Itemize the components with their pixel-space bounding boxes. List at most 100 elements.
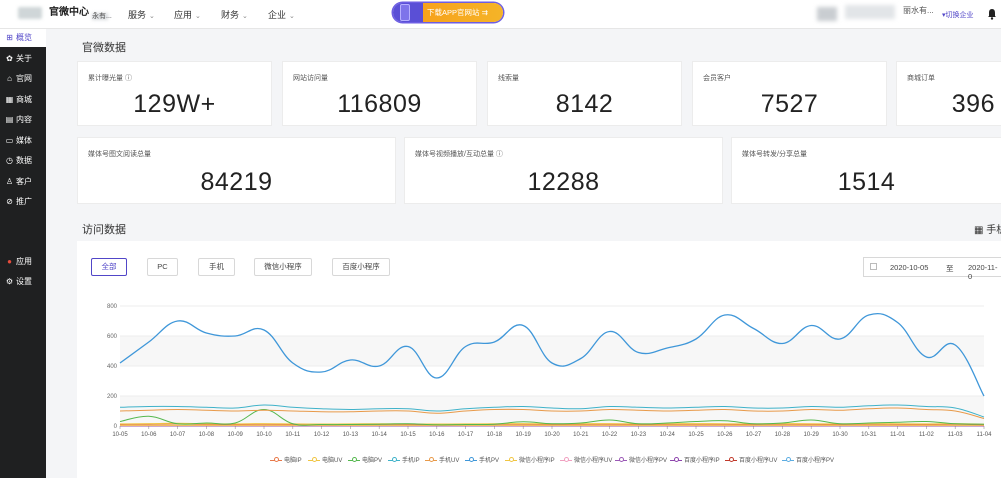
legend-swatch [348,457,360,463]
x-tick-label: 10-16 [429,432,445,438]
legend-label: 微信小程序IP [519,458,555,464]
x-tick-label: 10-14 [372,432,388,438]
x-tick-label: 10-19 [516,432,532,438]
chevron-down-icon: ⌄ [149,13,155,20]
legend-item[interactable]: 手机PV [465,455,499,464]
apps-icon: ● [7,257,12,266]
brand-title: 官微中心 [49,7,89,18]
stat-card-members: 会员客户 7527 [692,61,887,126]
legend-label: 电脑UV [322,458,343,464]
legend-label: 手机PV [479,458,500,464]
sidebar-item-shop[interactable]: ▦ 商城 [0,91,46,109]
legend-item[interactable]: 百度小程序IP [670,455,720,464]
x-tick-label: 10-08 [199,432,215,438]
home-icon: ⌂ [7,74,12,83]
stats-title: 官微数据 [82,42,126,54]
content-icon: ▤ [5,115,14,124]
legend-swatch [725,457,737,463]
visits-title: 访问数据 [82,224,126,236]
bell-icon[interactable] [987,8,997,20]
legend-item[interactable]: 电脑UV [308,455,342,464]
x-tick-label: 10-05 [112,432,128,438]
avatar[interactable] [817,7,837,21]
sidebar-item-about[interactable]: ✿ 关于 [0,50,46,68]
nav-enterprise[interactable]: 企业 ⌄ [268,8,295,21]
legend-label: 微信小程序UV [574,458,613,464]
sidebar-item-overview[interactable]: ⊞ 概览 [0,29,46,47]
x-tick-label: 10-12 [314,432,330,438]
media-icon: ▭ [5,136,14,145]
chart-legend: 电脑IP 电脑UV 电脑PV 手机IP 手机UV 手机PV 微信小程序IP 微信小程序UV 微信… [270,455,910,465]
stat-card-video-plays: 媒体号视频播放/互动总量 ⓘ 12288 [404,137,723,204]
switch-enterprise-button[interactable]: ▾切换企业 [942,10,974,20]
sidebar-item-media[interactable]: ▭ 媒体 [0,132,46,150]
nav-finance[interactable]: 财务 ⌄ [221,8,248,21]
legend-item[interactable]: 百度小程序UV [725,455,777,464]
legend-swatch [670,457,682,463]
legend-label: 电脑PV [362,458,383,464]
device-switch[interactable]: ▦ 手机 [974,221,1001,236]
overview-icon: ⊞ [6,33,13,42]
x-tick-label: 10-15 [400,432,416,438]
nav-apps[interactable]: 应用 ⌄ [174,8,201,21]
filter-mobile[interactable]: 手机 [198,258,235,276]
legend-label: 百度小程序PV [796,458,835,464]
x-tick-label: 10-30 [832,432,848,438]
calendar-icon [870,263,877,270]
sidebar-item-settings[interactable]: ⚙ 设置 [0,273,46,291]
nav-service[interactable]: 服务 ⌄ [128,8,155,21]
x-tick-label: 10-09 [228,432,244,438]
sidebar-item-content[interactable]: ▤ 内容 [0,111,46,129]
x-tick-label: 10-26 [717,432,733,438]
filter-baidu-mini[interactable]: 百度小程序 [332,258,390,276]
legend-item[interactable]: 微信小程序UV [560,455,612,464]
stat-card-article-reads: 媒体号图文阅读总量 84219 [77,137,396,204]
date-range-picker[interactable]: 2020-10-05 至 2020-11-0 [863,257,1001,281]
filter-wechat-mini[interactable]: 微信小程序 [254,258,312,276]
x-tick-label: 10-11 [285,432,301,438]
sidebar-item-apps[interactable]: ● 应用 [0,253,46,271]
sidebar-item-website[interactable]: ⌂ 官网 [0,70,46,88]
legend-item[interactable]: 微信小程序IP [505,455,555,464]
legend-item[interactable]: 手机UV [425,455,459,464]
x-tick-label: 10-27 [746,432,762,438]
stat-card-shares: 媒体号转发/分享总量 1514 [731,137,1001,204]
y-tick-label: 400 [107,364,118,370]
legend-label: 百度小程序IP [684,458,720,464]
legend-item[interactable]: 电脑IP [270,455,302,464]
legend-label: 百度小程序UV [739,458,778,464]
legend-item[interactable]: 微信小程序PV [615,455,667,464]
filter-all[interactable]: 全部 [91,258,127,276]
legend-swatch [465,457,477,463]
x-tick-label: 10-24 [660,432,676,438]
sidebar-item-data[interactable]: ◷ 数据 [0,152,46,170]
legend-item[interactable]: 百度小程序PV [782,455,834,464]
settings-icon: ⚙ [5,277,14,286]
account-blur [845,5,895,19]
stat-card-orders: 商城订单 396 [896,61,1001,126]
sidebar-item-promotion[interactable]: ⊘ 推广 [0,193,46,211]
legend-swatch [388,457,400,463]
legend-label: 手机IP [402,458,420,464]
filter-pc[interactable]: PC [147,258,178,276]
x-tick-label: 10-31 [861,432,877,438]
x-tick-label: 11-04 [977,432,993,438]
x-tick-label: 10-22 [602,432,618,438]
sidebar-item-customers[interactable]: ♙ 客户 [0,173,46,191]
logo-icon[interactable] [18,7,42,19]
legend-swatch [425,457,437,463]
legend-label: 手机UV [439,458,460,464]
chevron-down-icon: ⌄ [195,13,201,20]
y-tick-label: 200 [107,394,118,400]
legend-item[interactable]: 电脑PV [348,455,382,464]
visits-line-chart: 0 200 400 600 800 10-05 10-06 10-07 10-08 10-09 10… [107,304,993,438]
date-end[interactable]: 2020-11-0 [968,263,1001,281]
legend-item[interactable]: 手机IP [388,455,420,464]
download-app-banner[interactable]: 下载APP官网站 ⇉ [393,3,503,22]
user-icon: ♙ [5,177,14,186]
legend-swatch [308,457,320,463]
chart-band [120,336,984,366]
date-start[interactable]: 2020-10-05 [890,263,928,272]
user-name[interactable]: 丽水有... [903,5,934,16]
x-tick-label: 10-29 [804,432,820,438]
